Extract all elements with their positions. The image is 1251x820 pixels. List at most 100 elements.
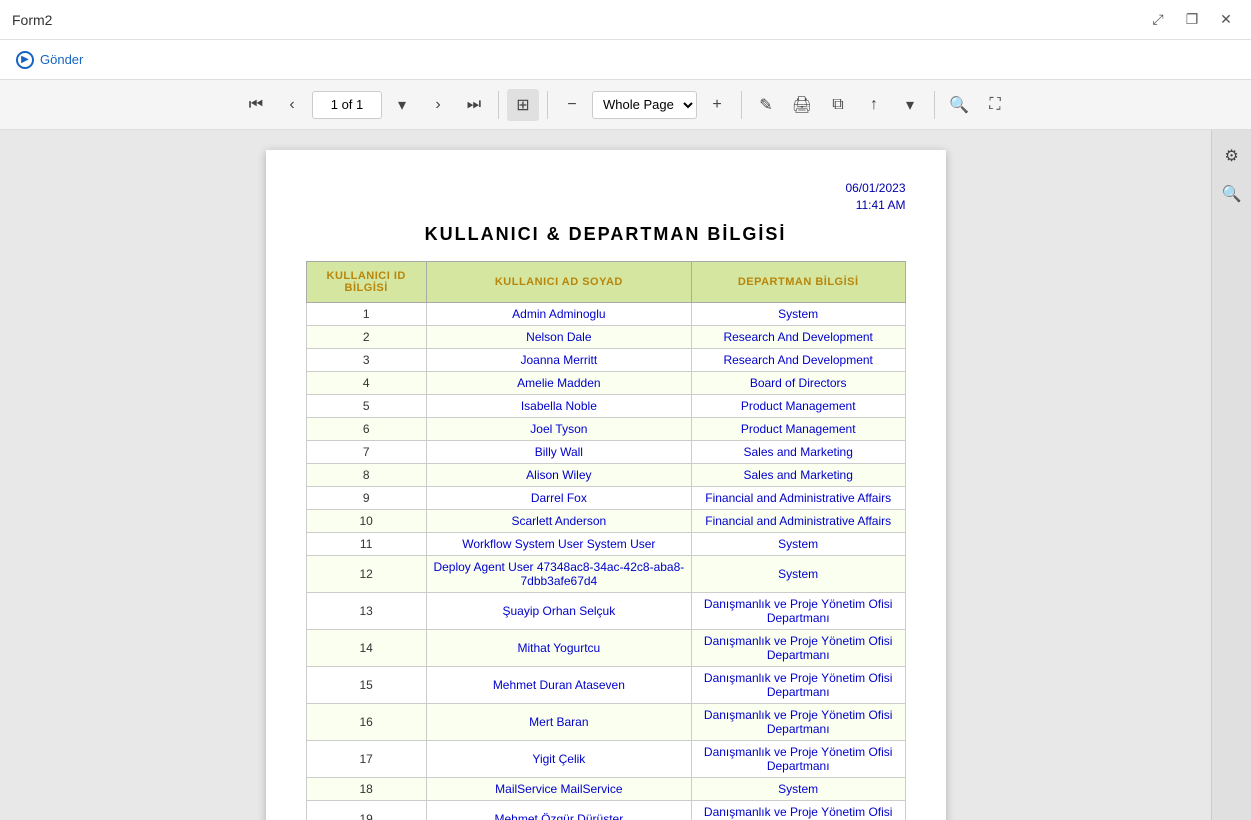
gonder-icon: ▶ bbox=[16, 51, 34, 69]
close-button[interactable]: ✕ bbox=[1213, 7, 1239, 33]
table-row: 15 Mehmet Duran Ataseven Danışmanlık ve … bbox=[306, 666, 905, 703]
cell-name: Mehmet Özgür Dürüster bbox=[426, 800, 691, 820]
cell-id: 7 bbox=[306, 440, 426, 463]
app-title: Form2 bbox=[12, 12, 52, 28]
cell-dept: Financial and Administrative Affairs bbox=[691, 486, 905, 509]
cell-id: 15 bbox=[306, 666, 426, 703]
divider-1 bbox=[498, 91, 499, 119]
action-bar: ▶ Gönder bbox=[0, 40, 1251, 80]
cell-dept: System bbox=[691, 555, 905, 592]
cell-name: Joanna Merritt bbox=[426, 348, 691, 371]
cell-id: 16 bbox=[306, 703, 426, 740]
cell-dept: Sales and Marketing bbox=[691, 463, 905, 486]
table-row: 12 Deploy Agent User 47348ac8-34ac-42c8-… bbox=[306, 555, 905, 592]
cell-id: 4 bbox=[306, 371, 426, 394]
last-page-button[interactable]: ⏭ bbox=[458, 89, 490, 121]
cell-id: 17 bbox=[306, 740, 426, 777]
cell-name: Joel Tyson bbox=[426, 417, 691, 440]
cell-dept: System bbox=[691, 302, 905, 325]
title-bar-left: Form2 bbox=[12, 12, 52, 28]
title-bar-controls: ⤢ ❐ ✕ bbox=[1145, 7, 1239, 33]
cell-name: Mert Baran bbox=[426, 703, 691, 740]
cell-dept: Danışmanlık ve Proje Yönetim Ofisi Depar… bbox=[691, 703, 905, 740]
table-row: 16 Mert Baran Danışmanlık ve Proje Yönet… bbox=[306, 703, 905, 740]
cell-name: Şuayip Orhan Selçuk bbox=[426, 592, 691, 629]
col-header-name: KULLANICI AD SOYAD bbox=[426, 261, 691, 302]
cell-dept: Danışmanlık ve Proje Yönetim Ofisi Depar… bbox=[691, 592, 905, 629]
cell-name: Yigit Çelik bbox=[426, 740, 691, 777]
table-row: 11 Workflow System User System User Syst… bbox=[306, 532, 905, 555]
page-input[interactable] bbox=[312, 91, 382, 119]
restore-button[interactable]: ❐ bbox=[1179, 7, 1205, 33]
settings-panel-button[interactable]: ⚙ bbox=[1216, 140, 1248, 172]
search-panel-button[interactable]: 🔍 bbox=[1216, 178, 1248, 210]
divider-4 bbox=[934, 91, 935, 119]
table-row: 19 Mehmet Özgür Dürüster Danışmanlık ve … bbox=[306, 800, 905, 820]
report-time-value: 11:41 AM bbox=[856, 198, 906, 212]
pdf-page: 06/01/2023 11:41 AM KULLANICI & DEPARTMA… bbox=[266, 150, 946, 820]
cell-name: Workflow System User System User bbox=[426, 532, 691, 555]
col-header-dept: DEPARTMAN BİLGİSİ bbox=[691, 261, 905, 302]
table-row: 14 Mithat Yogurtcu Danışmanlık ve Proje … bbox=[306, 629, 905, 666]
fullscreen-button[interactable]: ⛶ bbox=[979, 89, 1011, 121]
search-toolbar-button[interactable]: 🔍 bbox=[943, 89, 975, 121]
right-panel: ⚙ 🔍 bbox=[1211, 130, 1251, 820]
cell-dept: System bbox=[691, 532, 905, 555]
cell-name: Mehmet Duran Ataseven bbox=[426, 666, 691, 703]
grid-view-button[interactable]: ⊞ bbox=[507, 89, 539, 121]
table-row: 3 Joanna Merritt Research And Developmen… bbox=[306, 348, 905, 371]
cell-name: Darrel Fox bbox=[426, 486, 691, 509]
page-dropdown-button[interactable]: ▾ bbox=[386, 89, 418, 121]
title-bar: Form2 ⤢ ❐ ✕ bbox=[0, 0, 1251, 40]
cell-dept: Sales and Marketing bbox=[691, 440, 905, 463]
table-row: 2 Nelson Dale Research And Development bbox=[306, 325, 905, 348]
cell-name: MailService MailService bbox=[426, 777, 691, 800]
cell-id: 9 bbox=[306, 486, 426, 509]
gonder-button[interactable]: ▶ Gönder bbox=[16, 51, 83, 69]
edit-button[interactable]: ✎ bbox=[750, 89, 782, 121]
cell-dept: Product Management bbox=[691, 417, 905, 440]
table-row: 9 Darrel Fox Financial and Administrativ… bbox=[306, 486, 905, 509]
expand-button[interactable]: ⤢ bbox=[1145, 7, 1171, 33]
pdf-toolbar: ⏮ ‹ ▾ › ⏭ ⊞ − Whole Page Page Width 50% … bbox=[0, 80, 1251, 130]
next-page-button[interactable]: › bbox=[422, 89, 454, 121]
table-header-row: KULLANICI ID BİLGİSİ KULLANICI AD SOYAD … bbox=[306, 261, 905, 302]
report-date: 06/01/2023 11:41 AM bbox=[306, 180, 906, 214]
zoom-in-button[interactable]: + bbox=[701, 89, 733, 121]
cell-dept: Research And Development bbox=[691, 325, 905, 348]
prev-page-button[interactable]: ‹ bbox=[276, 89, 308, 121]
cell-id: 6 bbox=[306, 417, 426, 440]
table-row: 1 Admin Adminoglu System bbox=[306, 302, 905, 325]
share-button[interactable]: ↑ bbox=[858, 89, 890, 121]
cell-dept: Danışmanlık ve Proje Yönetim Ofisi Depar… bbox=[691, 666, 905, 703]
cell-name: Billy Wall bbox=[426, 440, 691, 463]
zoom-select[interactable]: Whole Page Page Width 50% 75% 100% 125% … bbox=[592, 91, 697, 119]
table-row: 13 Şuayip Orhan Selçuk Danışmanlık ve Pr… bbox=[306, 592, 905, 629]
cell-id: 8 bbox=[306, 463, 426, 486]
report-title: KULLANICI & DEPARTMAN BİLGİSİ bbox=[306, 224, 906, 245]
cell-name: Admin Adminoglu bbox=[426, 302, 691, 325]
divider-3 bbox=[741, 91, 742, 119]
cell-name: Mithat Yogurtcu bbox=[426, 629, 691, 666]
cell-dept: Board of Directors bbox=[691, 371, 905, 394]
cell-id: 5 bbox=[306, 394, 426, 417]
cell-id: 12 bbox=[306, 555, 426, 592]
print-button[interactable]: 🖨 bbox=[786, 89, 818, 121]
duplicate-button[interactable]: ⧉ bbox=[822, 89, 854, 121]
cell-id: 13 bbox=[306, 592, 426, 629]
table-row: 6 Joel Tyson Product Management bbox=[306, 417, 905, 440]
cell-id: 19 bbox=[306, 800, 426, 820]
table-row: 17 Yigit Çelik Danışmanlık ve Proje Yöne… bbox=[306, 740, 905, 777]
cell-id: 1 bbox=[306, 302, 426, 325]
zoom-out-button[interactable]: − bbox=[556, 89, 588, 121]
cell-id: 2 bbox=[306, 325, 426, 348]
cell-dept: Danışmanlık ve Proje Yönetim Ofisi Depar… bbox=[691, 740, 905, 777]
main-content: 06/01/2023 11:41 AM KULLANICI & DEPARTMA… bbox=[0, 130, 1251, 820]
first-page-button[interactable]: ⏮ bbox=[240, 89, 272, 121]
pdf-area[interactable]: 06/01/2023 11:41 AM KULLANICI & DEPARTMA… bbox=[0, 130, 1211, 820]
cell-name: Deploy Agent User 47348ac8-34ac-42c8-aba… bbox=[426, 555, 691, 592]
share-dropdown-button[interactable]: ▾ bbox=[894, 89, 926, 121]
table-row: 5 Isabella Noble Product Management bbox=[306, 394, 905, 417]
cell-dept: System bbox=[691, 777, 905, 800]
divider-2 bbox=[547, 91, 548, 119]
